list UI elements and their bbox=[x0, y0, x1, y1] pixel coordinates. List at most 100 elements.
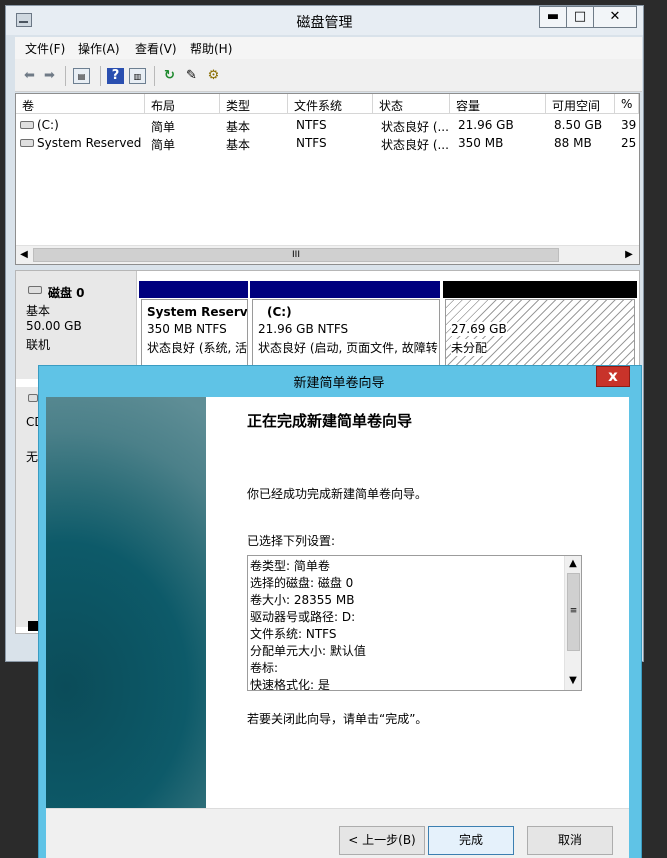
partition-band-c bbox=[250, 281, 440, 298]
column-header-status[interactable]: 状态 bbox=[373, 94, 450, 114]
setting-volume-label: 卷标: bbox=[250, 661, 279, 675]
partition-band-unallocated bbox=[443, 281, 637, 298]
volume-filesystem: NTFS bbox=[296, 118, 327, 132]
partition-size: 21.96 GB NTFS bbox=[258, 322, 349, 336]
setting-file-system: 文件系统: NTFS bbox=[250, 627, 337, 641]
cd-state: 无 bbox=[26, 450, 39, 464]
detail-view-icon[interactable]: ▥ bbox=[129, 68, 146, 84]
setting-volume-type: 卷类型: 简单卷 bbox=[250, 559, 330, 573]
settings-lines: 卷类型: 简单卷 选择的磁盘: 磁盘 0 卷大小: 28355 MB 驱动器号或… bbox=[250, 558, 560, 690]
partition-name: (C:) bbox=[267, 305, 292, 319]
volume-capacity: 350 MB bbox=[458, 136, 504, 150]
settings-label: 已选择下列设置: bbox=[247, 534, 336, 548]
properties-icon[interactable]: ✎ bbox=[183, 68, 200, 84]
forward-arrow-icon[interactable]: ➡ bbox=[41, 68, 58, 84]
scroll-down-arrow-icon[interactable]: ▼ bbox=[565, 673, 581, 689]
partition-band-system-reserved bbox=[139, 281, 248, 298]
volume-type: 基本 bbox=[226, 120, 251, 134]
minimize-button[interactable]: ▬ bbox=[539, 6, 567, 28]
close-icon: x bbox=[608, 367, 618, 385]
drive-icon bbox=[20, 121, 34, 129]
horizontal-scrollbar[interactable]: ◀ III ▶ bbox=[16, 245, 639, 264]
vertical-scrollbar[interactable]: ▲ ≡ ▼ bbox=[564, 556, 581, 690]
toolbar-separator bbox=[154, 66, 155, 86]
list-view-icon[interactable]: ▤ bbox=[73, 68, 90, 84]
column-header-percent-free[interactable]: % bbox=[615, 94, 639, 114]
help-icon[interactable]: ? bbox=[107, 68, 124, 84]
partition-unallocated[interactable]: 27.69 GB 未分配 bbox=[445, 299, 635, 375]
volume-free-space: 88 MB bbox=[554, 136, 592, 150]
wizard-close-button[interactable]: x bbox=[596, 366, 630, 387]
wizard-body: 正在完成新建简单卷向导 你已经成功完成新建简单卷向导。 已选择下列设置: 卷类型… bbox=[46, 397, 629, 858]
title-bar: 磁盘管理 ▬ □ ✕ bbox=[6, 6, 643, 35]
close-icon: ✕ bbox=[609, 9, 621, 24]
menu-file[interactable]: 文件(F) bbox=[25, 40, 65, 57]
wizard-content: 正在完成新建简单卷向导 你已经成功完成新建简单卷向导。 已选择下列设置: 卷类型… bbox=[206, 397, 629, 808]
wizard-title: 新建简单卷向导 bbox=[293, 376, 385, 391]
volume-type: 基本 bbox=[226, 138, 251, 152]
volume-name: (C:) bbox=[37, 118, 59, 132]
scroll-left-arrow-icon[interactable]: ◀ bbox=[16, 247, 32, 263]
toolbar-separator bbox=[100, 66, 101, 86]
settings-icon[interactable]: ⚙ bbox=[205, 68, 222, 84]
back-button[interactable]: < 上一步(B) bbox=[339, 826, 425, 855]
settings-summary-box[interactable]: 卷类型: 简单卷 选择的磁盘: 磁盘 0 卷大小: 28355 MB 驱动器号或… bbox=[247, 555, 582, 691]
cancel-button[interactable]: 取消 bbox=[527, 826, 613, 855]
scroll-thumb-grip-icon[interactable]: ≡ bbox=[567, 573, 580, 651]
volume-name: System Reserved bbox=[37, 136, 142, 150]
partition-status: 未分配 bbox=[451, 339, 488, 356]
partition-system-reserved[interactable]: System Reserve 350 MB NTFS 状态良好 (系统, 活 bbox=[141, 299, 248, 375]
disk-name: 磁盘 0 bbox=[48, 286, 85, 300]
disk-state: 联机 bbox=[26, 338, 51, 352]
wizard-heading: 正在完成新建简单卷向导 bbox=[247, 412, 413, 430]
drive-icon bbox=[20, 139, 34, 147]
refresh-icon[interactable]: ↻ bbox=[161, 68, 178, 84]
disk-type: 基本 bbox=[26, 304, 51, 318]
disk-0-label[interactable]: 磁盘 0 基本 50.00 GB 联机 bbox=[16, 271, 137, 379]
volume-list[interactable]: 卷 布局 类型 文件系统 状态 容量 可用空间 % (C:) 简单 基本 NTF… bbox=[15, 93, 640, 265]
volume-percent-free: 25 bbox=[621, 136, 637, 150]
column-header-capacity[interactable]: 容量 bbox=[450, 94, 546, 114]
legend-unallocated-swatch bbox=[28, 621, 38, 631]
minimize-icon: ▬ bbox=[546, 9, 560, 24]
setting-selected-disk: 选择的磁盘: 磁盘 0 bbox=[250, 576, 354, 590]
scroll-thumb[interactable]: III bbox=[33, 248, 559, 262]
volume-filesystem: NTFS bbox=[296, 136, 327, 150]
column-header-filesystem[interactable]: 文件系统 bbox=[288, 94, 373, 114]
partition-status: 状态良好 (启动, 页面文件, 故障转 bbox=[258, 341, 438, 355]
finish-button[interactable]: 完成 bbox=[428, 826, 514, 855]
new-simple-volume-wizard: 新建简单卷向导 x 正在完成新建简单卷向导 你已经成功完成新建简单卷向导。 已选… bbox=[38, 365, 642, 858]
volume-free-space: 8.50 GB bbox=[554, 118, 603, 132]
partition-status: 状态良好 (系统, 活 bbox=[147, 341, 248, 355]
volume-status: 状态良好 (... bbox=[381, 138, 449, 152]
toolbar: ⬅ ➡ ▤ ? ▥ ↻ ✎ ⚙ bbox=[15, 59, 642, 92]
scroll-right-arrow-icon[interactable]: ▶ bbox=[621, 247, 637, 263]
partition-size: 27.69 GB bbox=[451, 322, 507, 336]
finish-instruction: 若要关闭此向导，请单击“完成”。 bbox=[247, 712, 428, 726]
column-header-volume[interactable]: 卷 bbox=[16, 94, 145, 114]
maximize-icon: □ bbox=[573, 9, 587, 24]
maximize-button[interactable]: □ bbox=[566, 6, 594, 28]
wizard-side-banner bbox=[46, 397, 206, 808]
column-header-free-space[interactable]: 可用空间 bbox=[546, 94, 615, 114]
volume-capacity: 21.96 GB bbox=[458, 118, 514, 132]
volume-status: 状态良好 (... bbox=[381, 120, 449, 134]
toolbar-separator bbox=[65, 66, 66, 86]
column-header-type[interactable]: 类型 bbox=[220, 94, 288, 114]
menu-view[interactable]: 查看(V) bbox=[135, 40, 177, 57]
back-arrow-icon[interactable]: ⬅ bbox=[21, 68, 38, 84]
column-header-layout[interactable]: 布局 bbox=[145, 94, 220, 114]
disk-icon bbox=[28, 286, 42, 294]
menu-help[interactable]: 帮助(H) bbox=[190, 40, 232, 57]
partition-size: 350 MB NTFS bbox=[147, 322, 227, 336]
partition-c[interactable]: (C:) 21.96 GB NTFS 状态良好 (启动, 页面文件, 故障转 bbox=[252, 299, 440, 375]
partition-name: System Reserve bbox=[147, 305, 248, 319]
wizard-button-bar: < 上一步(B) 完成 取消 bbox=[46, 808, 629, 858]
volume-layout: 简单 bbox=[151, 120, 176, 134]
wizard-description: 你已经成功完成新建简单卷向导。 bbox=[247, 487, 428, 501]
menu-action[interactable]: 操作(A) bbox=[78, 40, 120, 57]
close-button[interactable]: ✕ bbox=[593, 6, 637, 28]
setting-drive-letter: 驱动器号或路径: D: bbox=[250, 610, 356, 624]
volume-percent-free: 39 bbox=[621, 118, 637, 132]
scroll-up-arrow-icon[interactable]: ▲ bbox=[565, 556, 581, 572]
